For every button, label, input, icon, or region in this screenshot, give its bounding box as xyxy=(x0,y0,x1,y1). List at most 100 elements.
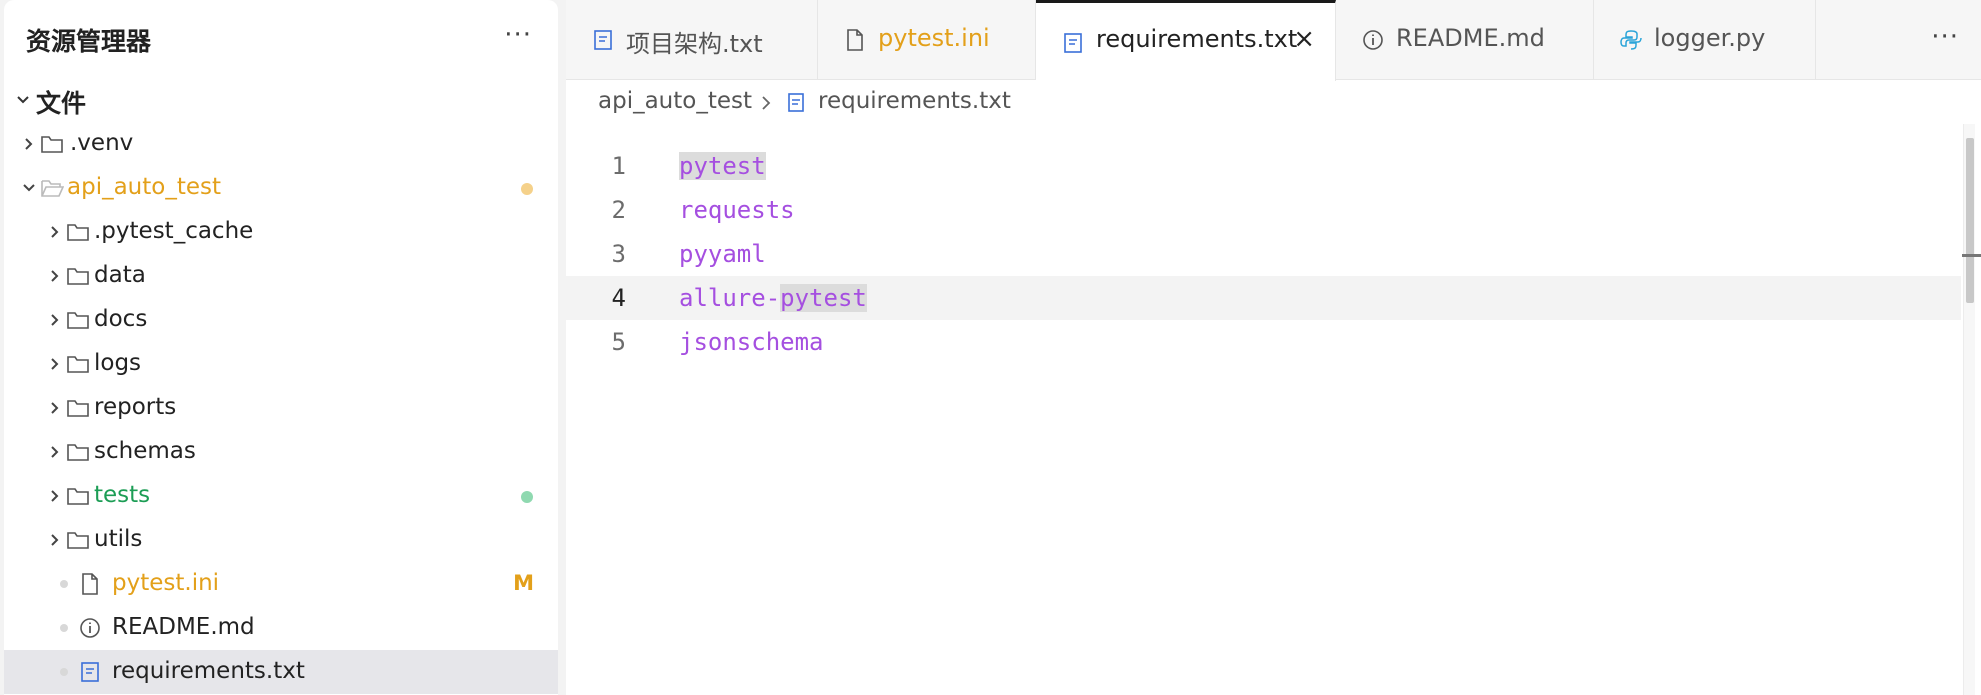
tab-logger[interactable]: logger.py xyxy=(1594,0,1816,80)
tab-label: README.md xyxy=(1396,24,1545,52)
tree-item-label: reports xyxy=(94,394,177,420)
tree-item-utils[interactable]: utils xyxy=(4,518,558,562)
folder-icon xyxy=(67,444,89,461)
line-number: 1 xyxy=(611,152,626,180)
chevron-right-icon xyxy=(51,446,59,458)
tree-item-pytest-cache[interactable]: .pytest_cache xyxy=(4,210,558,254)
text-file-icon xyxy=(594,30,612,50)
tree-item-schemas[interactable]: schemas xyxy=(4,430,558,474)
chevron-right-icon xyxy=(51,314,59,326)
line-content: allure-pytest xyxy=(679,284,867,312)
vertical-scrollbar[interactable] xyxy=(1962,124,1981,695)
chevron-right-icon xyxy=(762,96,771,110)
chevron-right-icon xyxy=(51,226,59,238)
tree-item-label: .pytest_cache xyxy=(94,218,254,244)
code-line[interactable]: 1 pytest xyxy=(566,144,1961,188)
line-content-part: allure- xyxy=(679,284,781,312)
explorer-title: 资源管理器 xyxy=(26,27,152,56)
tab-label: 项目架构.txt xyxy=(626,30,763,58)
untracked-dot xyxy=(521,491,533,503)
leaf-bullet xyxy=(60,624,68,632)
explorer-more-actions-button[interactable]: ··· xyxy=(504,20,532,50)
file-icon xyxy=(82,573,98,595)
chevron-right-icon xyxy=(25,138,33,150)
tab-label: logger.py xyxy=(1654,24,1766,52)
line-content: jsonschema xyxy=(679,328,824,356)
tab-requirements[interactable]: requirements.txt × xyxy=(1036,0,1336,81)
tree-item-label: data xyxy=(94,262,146,288)
tab-more-actions-button[interactable]: ··· xyxy=(1931,22,1959,52)
tree-item-tests[interactable]: tests xyxy=(4,474,558,518)
leaf-bullet xyxy=(60,668,68,676)
folder-icon xyxy=(67,224,89,241)
tree-item-label: requirements.txt xyxy=(112,658,305,684)
chevron-right-icon xyxy=(51,534,59,546)
tree-item-requirements[interactable]: requirements.txt xyxy=(4,650,558,694)
tree-item-label: docs xyxy=(94,306,148,332)
tab-bar: 项目架构.txt pytest.ini requirements.txt × R… xyxy=(566,0,1981,81)
section-files[interactable]: 文件 xyxy=(4,78,558,122)
tree-item-readme[interactable]: README.md xyxy=(4,606,558,650)
python-icon xyxy=(1620,30,1642,50)
chevron-right-icon xyxy=(51,270,59,282)
file-icon xyxy=(847,29,863,51)
folder-icon xyxy=(67,400,89,417)
modified-dot xyxy=(521,183,533,195)
tab-pytest-ini[interactable]: pytest.ini xyxy=(818,0,1036,80)
folder-icon xyxy=(67,488,89,505)
folder-icon xyxy=(67,356,89,373)
modified-badge: M xyxy=(513,571,534,595)
chevron-down-icon xyxy=(23,184,35,192)
tree-item-label: tests xyxy=(94,482,151,508)
tree-item-api-auto-test[interactable]: api_auto_test xyxy=(4,166,558,210)
line-content: pytest xyxy=(679,152,766,180)
tree-item-reports[interactable]: reports xyxy=(4,386,558,430)
chevron-down-icon xyxy=(17,96,29,104)
text-file-icon xyxy=(788,93,804,112)
code-line[interactable]: 2 requests xyxy=(566,188,1961,232)
tree-item-venv[interactable]: .venv xyxy=(4,122,558,166)
folder-open-icon xyxy=(41,180,64,197)
info-icon xyxy=(1363,30,1383,50)
tab-project-structure[interactable]: 项目架构.txt xyxy=(566,0,818,80)
close-icon[interactable]: × xyxy=(1293,24,1315,54)
folder-icon xyxy=(67,268,89,285)
code-line[interactable]: 3 pyyaml xyxy=(566,232,1961,276)
chevron-right-icon xyxy=(51,490,59,502)
folder-icon xyxy=(67,532,89,549)
tree-item-label: utils xyxy=(94,526,143,552)
leaf-bullet xyxy=(60,580,68,588)
scrollbar-thumb[interactable] xyxy=(1966,138,1974,303)
file-tree: 文件 .venv api_auto_test .pytest_cache dat… xyxy=(4,78,558,694)
tree-item-pytest-ini[interactable]: pytest.ini M xyxy=(4,562,558,606)
info-icon xyxy=(80,618,100,638)
breadcrumb-file[interactable]: requirements.txt xyxy=(818,88,1011,114)
chevron-right-icon xyxy=(51,402,59,414)
section-label: 文件 xyxy=(36,89,87,118)
text-file-icon xyxy=(1064,33,1082,53)
tree-item-label: pytest.ini xyxy=(112,570,220,596)
line-number: 4 xyxy=(611,284,626,312)
folder-icon xyxy=(41,136,63,153)
cursor-position-marker xyxy=(1962,254,1981,257)
tree-item-logs[interactable]: logs xyxy=(4,342,558,386)
tree-item-docs[interactable]: docs xyxy=(4,298,558,342)
tree-item-label: logs xyxy=(94,350,142,376)
explorer-header: 资源管理器 ··· xyxy=(4,0,558,78)
code-line-current[interactable]: 4 allure-pytest xyxy=(566,276,1961,320)
breadcrumb-folder[interactable]: api_auto_test xyxy=(598,88,752,114)
tree-item-label: api_auto_test xyxy=(67,174,222,200)
tree-item-label: schemas xyxy=(94,438,196,464)
chevron-right-icon xyxy=(51,358,59,370)
line-content: pyyaml xyxy=(679,240,766,268)
line-content: requests xyxy=(679,196,795,224)
word-highlight: pytest xyxy=(780,284,867,312)
editor-area: 项目架构.txt pytest.ini requirements.txt × R… xyxy=(566,0,1981,695)
tree-item-data[interactable]: data xyxy=(4,254,558,298)
code-editor[interactable]: 1 pytest 2 requests 3 pyyaml 4 allure-py… xyxy=(566,144,1981,364)
code-line[interactable]: 5 jsonschema xyxy=(566,320,1961,364)
explorer-sidebar: 资源管理器 ··· 文件 .venv api_auto_test .pytest… xyxy=(4,0,558,695)
folder-icon xyxy=(67,312,89,329)
line-number: 2 xyxy=(611,196,626,224)
tab-readme[interactable]: README.md xyxy=(1336,0,1594,80)
